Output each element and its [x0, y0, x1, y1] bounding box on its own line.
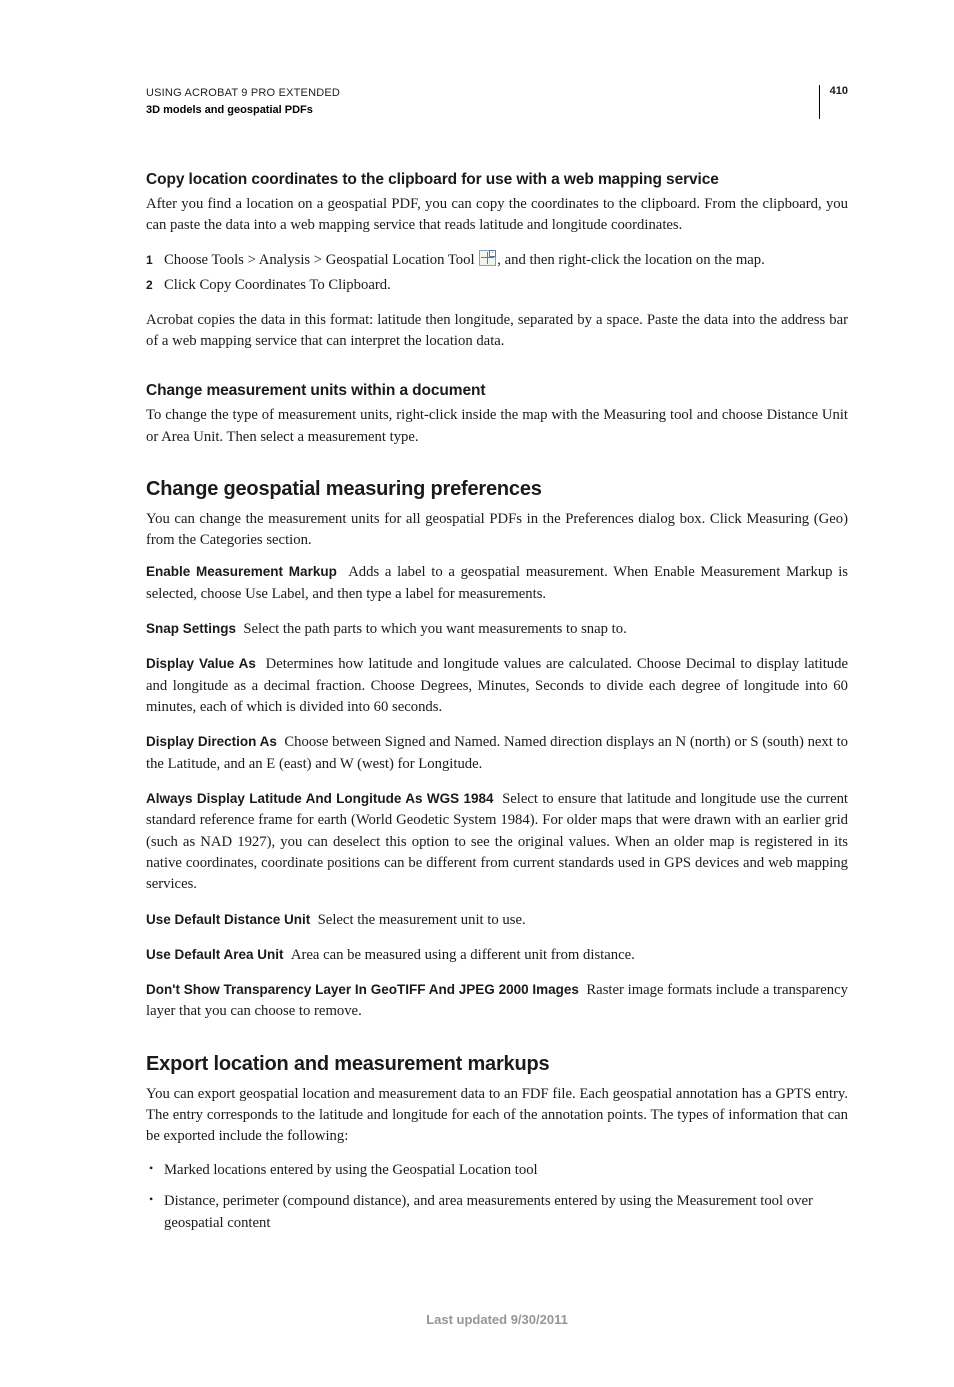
step-1: 1Choose Tools > Analysis > Geospatial Lo…	[146, 248, 848, 273]
intro-copy-location: After you find a location on a geospatia…	[146, 194, 848, 237]
running-header: USING ACROBAT 9 PRO EXTENDED 3D models a…	[146, 85, 848, 119]
geospatial-location-tool-icon: +	[479, 250, 496, 266]
section-export: Export location and measurement markups …	[146, 1053, 848, 1234]
def-text: Select the measurement unit to use.	[318, 912, 526, 928]
chapter-name: 3D models and geospatial PDFs	[146, 102, 340, 119]
intro-export: You can export geospatial location and m…	[146, 1084, 848, 1148]
term: Enable Measurement Markup	[146, 564, 337, 579]
body-change-units: To change the type of measurement units,…	[146, 405, 848, 448]
export-bullets: Marked locations entered by using the Ge…	[146, 1159, 848, 1234]
heading-copy-location: Copy location coordinates to the clipboa…	[146, 171, 848, 189]
after-steps-text: Acrobat copies the data in this format: …	[146, 310, 848, 353]
def-snap-settings: Snap Settings Select the path parts to w…	[146, 619, 848, 640]
term: Display Value As	[146, 656, 256, 671]
step-1-text-b: , and then right-click the location on t…	[497, 252, 765, 268]
def-distance-unit: Use Default Distance Unit Select the mea…	[146, 910, 848, 931]
def-text: Area can be measured using a different u…	[291, 947, 635, 963]
heading-preferences: Change geospatial measuring preferences	[146, 478, 848, 501]
page: USING ACROBAT 9 PRO EXTENDED 3D models a…	[0, 0, 954, 1387]
steps-list: 1Choose Tools > Analysis > Geospatial Lo…	[146, 248, 848, 298]
bullet-text: Marked locations entered by using the Ge…	[164, 1162, 538, 1178]
list-item: Marked locations entered by using the Ge…	[146, 1159, 848, 1181]
product-name: USING ACROBAT 9 PRO EXTENDED	[146, 85, 340, 102]
section-preferences: Change geospatial measuring preferences …	[146, 478, 848, 1023]
step-1-text-a: Choose Tools > Analysis > Geospatial Loc…	[164, 252, 478, 268]
def-transparency-layer: Don't Show Transparency Layer In GeoTIFF…	[146, 980, 848, 1023]
def-enable-markup: Enable Measurement Markup Adds a label t…	[146, 562, 848, 605]
intro-preferences: You can change the measurement units for…	[146, 509, 848, 552]
def-display-value: Display Value As Determines how latitude…	[146, 654, 848, 718]
term: Don't Show Transparency Layer In GeoTIFF…	[146, 982, 579, 997]
def-wgs-1984: Always Display Latitude And Longitude As…	[146, 789, 848, 896]
section-copy-location: Copy location coordinates to the clipboa…	[146, 171, 848, 352]
term: Use Default Distance Unit	[146, 912, 310, 927]
section-change-units: Change measurement units within a docume…	[146, 382, 848, 448]
step-2-text: Click Copy Coordinates To Clipboard.	[164, 277, 391, 293]
step-2: 2Click Copy Coordinates To Clipboard.	[146, 273, 848, 298]
page-footer: Last updated 9/30/2011	[146, 1312, 848, 1327]
def-area-unit: Use Default Area Unit Area can be measur…	[146, 945, 848, 966]
def-text: Select the path parts to which you want …	[243, 621, 626, 637]
def-display-direction: Display Direction As Choose between Sign…	[146, 732, 848, 775]
term: Display Direction As	[146, 734, 277, 749]
page-number: 410	[819, 85, 848, 119]
header-left: USING ACROBAT 9 PRO EXTENDED 3D models a…	[146, 85, 340, 118]
heading-export: Export location and measurement markups	[146, 1053, 848, 1076]
list-item: Distance, perimeter (compound distance),…	[146, 1190, 848, 1234]
def-text: Select to ensure that latitude and longi…	[146, 791, 848, 892]
term: Snap Settings	[146, 621, 236, 636]
heading-change-units: Change measurement units within a docume…	[146, 382, 848, 400]
bullet-text: Distance, perimeter (compound distance),…	[164, 1193, 813, 1231]
term: Use Default Area Unit	[146, 947, 284, 962]
term: Always Display Latitude And Longitude As…	[146, 791, 494, 806]
